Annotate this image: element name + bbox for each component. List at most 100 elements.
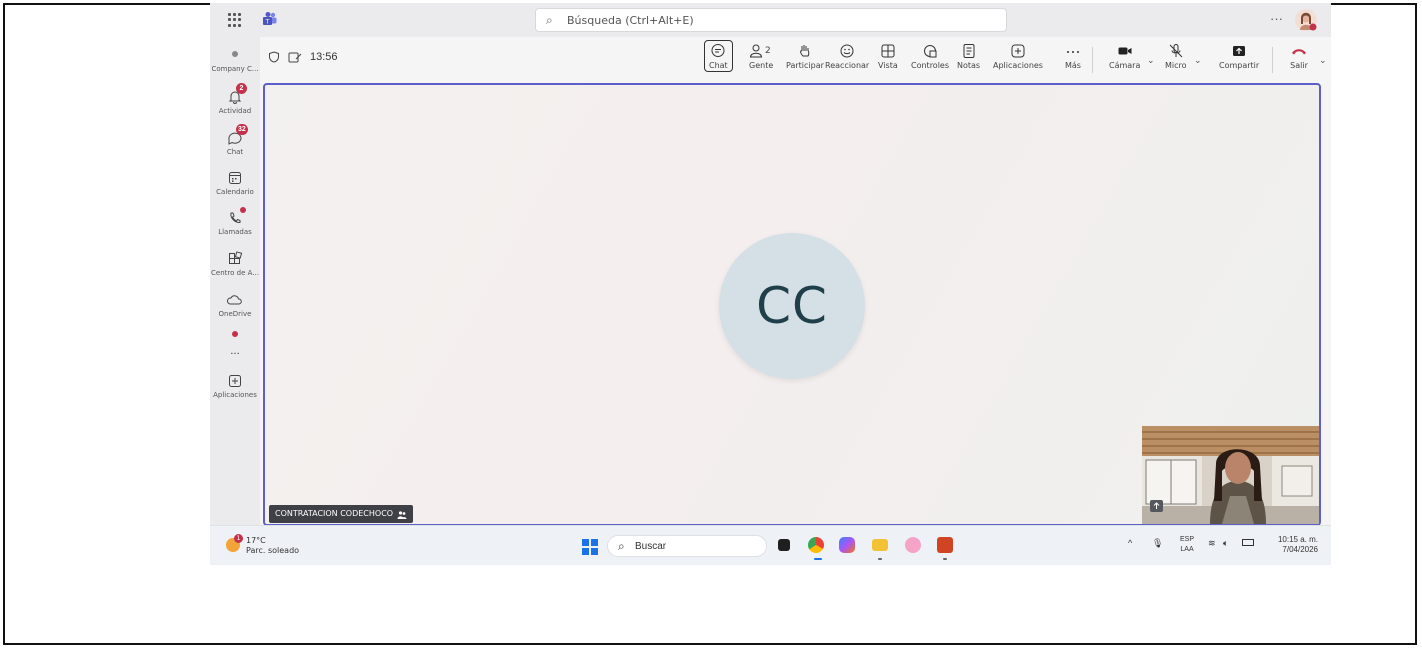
- wifi-icon[interactable]: ≋: [1208, 538, 1216, 549]
- leave-options-chevron-icon[interactable]: ⌄: [1319, 55, 1327, 66]
- input-language[interactable]: ESP LAA: [1180, 535, 1194, 555]
- taskbar-search-label: Buscar: [635, 541, 667, 552]
- explorer-indicator: [878, 558, 882, 560]
- hand-icon: [800, 45, 810, 57]
- sidebar-item-centro[interactable]: Centro de A...: [210, 251, 260, 277]
- grid-view-icon: [881, 44, 895, 58]
- onedrive-icon: [226, 292, 243, 308]
- raise-hand-button[interactable]: Participar: [786, 43, 824, 70]
- search-input[interactable]: ⌕ Búsqueda (Ctrl+Alt+E): [535, 8, 1007, 32]
- sidebar-item-label: Actividad: [218, 107, 252, 115]
- weather-widget[interactable]: 1 17°C Parc. soleado: [226, 534, 299, 556]
- left-rail: Company C... 2 Actividad 32 Chat Calenda…: [210, 37, 260, 525]
- share-button[interactable]: Compartir: [1219, 43, 1259, 70]
- powerpoint-icon[interactable]: [937, 537, 953, 553]
- react-button[interactable]: Reaccionar: [825, 43, 869, 70]
- sidebar-item-llamadas[interactable]: Llamadas: [210, 207, 260, 236]
- sidebar-item-aplicaciones[interactable]: Aplicaciones: [210, 373, 260, 399]
- org-icon: [227, 47, 243, 63]
- calendar-icon: [227, 170, 243, 186]
- sidebar-item-label: Llamadas: [218, 228, 252, 236]
- notes-icon: [963, 44, 975, 58]
- controls-button[interactable]: Controles: [911, 43, 949, 70]
- file-explorer-icon[interactable]: [872, 539, 888, 551]
- chat-icon: 32: [227, 124, 248, 146]
- meeting-toolbar: 13:56 Chat Gente 2 Participar Reaccionar…: [260, 37, 1331, 83]
- camera-options-chevron-icon[interactable]: ⌄: [1147, 55, 1155, 66]
- mic-button[interactable]: Micro: [1165, 43, 1187, 70]
- start-button-icon[interactable]: [582, 539, 598, 555]
- sidebar-item-more[interactable]: ···: [210, 331, 260, 360]
- apps-button[interactable]: Aplicaciones: [993, 43, 1043, 70]
- people-button[interactable]: Gente 2: [749, 43, 773, 70]
- activity-badge: 2: [236, 83, 247, 94]
- user-avatar[interactable]: [1294, 8, 1318, 32]
- battery-icon[interactable]: [1242, 539, 1254, 546]
- weather-temp: 17°C: [246, 536, 266, 545]
- chat-button[interactable]: Chat: [704, 40, 733, 72]
- copilot-icon[interactable]: [839, 537, 855, 553]
- more-icon: [1067, 51, 1079, 53]
- smiley-icon: [840, 44, 854, 58]
- app-launcher-icon[interactable]: [228, 13, 242, 27]
- toolbar-separator: [1272, 47, 1273, 73]
- add-apps-icon: [227, 373, 243, 389]
- apps-grid-icon: [227, 251, 243, 267]
- camera-button[interactable]: Cámara: [1109, 43, 1140, 70]
- participant-avatar[interactable]: CC: [719, 233, 865, 379]
- title-bar: T ⌕ Búsqueda (Ctrl+Alt+E) ···: [210, 3, 1331, 37]
- leave-button[interactable]: Salir: [1290, 43, 1308, 70]
- participants-count: 2: [765, 46, 771, 56]
- volume-muted-icon[interactable]: 🔈︎: [1223, 538, 1228, 549]
- windows-taskbar: 1 17°C Parc. soleado ⌕ Buscar ^ 🎙 ESP LA…: [210, 525, 1331, 565]
- powerpoint-indicator: [943, 558, 947, 560]
- task-view-icon[interactable]: [778, 539, 790, 551]
- phone-icon: [227, 207, 246, 226]
- bell-icon: 2: [227, 83, 247, 105]
- sidebar-item-calendario[interactable]: Calendario: [210, 170, 260, 196]
- people-icon: [397, 510, 407, 519]
- hang-up-icon: [1292, 49, 1306, 55]
- meeting-timer: 13:56: [310, 51, 338, 63]
- more-apps-ellipsis: ···: [230, 349, 240, 360]
- sidebar-item-label: Aplicaciones: [213, 391, 257, 399]
- participant-name-tag: CONTRATACION CODECHOCO: [269, 505, 414, 523]
- chat-badge: 32: [236, 124, 248, 135]
- sidebar-item-label: Centro de A...: [211, 269, 259, 277]
- system-clock[interactable]: 10:15 a. m. 7/04/2026: [1266, 535, 1318, 555]
- teams-window: T ⌕ Búsqueda (Ctrl+Alt+E) ··· Company C.…: [210, 3, 1331, 565]
- clock-date: 7/04/2026: [1282, 545, 1318, 554]
- more-options-icon[interactable]: ···: [1270, 11, 1283, 26]
- camera-icon: [1118, 47, 1132, 55]
- sidebar-item-onedrive[interactable]: OneDrive: [210, 292, 260, 318]
- sidebar-item-company[interactable]: Company C...: [210, 47, 260, 73]
- taskbar-search[interactable]: ⌕ Buscar: [607, 535, 767, 557]
- weather-badge: 1: [234, 534, 243, 543]
- show-hidden-icons-chevron-icon[interactable]: ^: [1128, 538, 1132, 548]
- shield-icon[interactable]: [268, 51, 280, 63]
- notes-edit-icon[interactable]: [288, 51, 302, 63]
- more-dot-icon: [227, 331, 243, 347]
- mic-options-chevron-icon[interactable]: ⌄: [1194, 55, 1202, 66]
- sidebar-item-chat[interactable]: 32 Chat: [210, 124, 260, 156]
- microphone-tray-icon[interactable]: 🎙: [1152, 538, 1163, 549]
- more-button[interactable]: Más: [1065, 43, 1081, 70]
- sidebar-item-actividad[interactable]: 2 Actividad: [210, 83, 260, 115]
- notes-button[interactable]: Notas: [957, 43, 980, 70]
- toolbar-separator: [1092, 47, 1093, 73]
- view-button[interactable]: Vista: [878, 43, 898, 70]
- mic-muted-icon: [1169, 44, 1183, 58]
- itunes-icon[interactable]: [905, 537, 921, 553]
- teams-logo-icon: T: [263, 12, 277, 26]
- avatar-initials: CC: [756, 277, 828, 335]
- search-placeholder: Búsqueda (Ctrl+Alt+E): [567, 14, 694, 27]
- meeting-stage: CC CONTRATACION CODECHOCO: [263, 83, 1321, 526]
- sidebar-item-label: Chat: [226, 148, 244, 156]
- chrome-icon[interactable]: [808, 537, 824, 553]
- sidebar-item-label: Company C...: [211, 65, 259, 73]
- clock-time: 10:15 a. m.: [1277, 535, 1318, 544]
- self-view-image: [1142, 426, 1319, 524]
- meeting-info: 13:56: [268, 51, 338, 63]
- self-view-video[interactable]: [1142, 426, 1319, 524]
- add-app-icon: [1011, 44, 1025, 58]
